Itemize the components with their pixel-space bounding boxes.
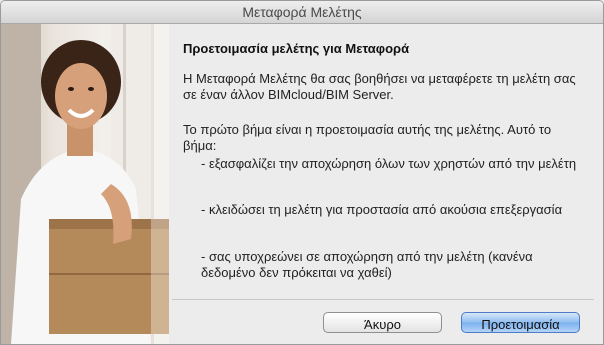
step-paragraph: Το πρώτο βήμα είναι η προετοιμασία αυτής… — [183, 122, 552, 153]
dialog-content: Προετοιμασία μελέτης για Μεταφορά Η Μετα… — [183, 24, 593, 280]
intro-paragraph: Η Μεταφορά Μελέτης θα σας βοηθήσει να με… — [183, 71, 576, 102]
transfer-dialog: Μεταφορά Μελέτης Προετοιμασία μελέτης γι… — [0, 0, 604, 345]
cancel-button[interactable]: Άκυρο — [323, 312, 442, 333]
window-title: Μεταφορά Μελέτης — [242, 4, 362, 20]
title-bar[interactable]: Μεταφορά Μελέτης — [1, 1, 603, 24]
bullet-item: - εξασφαλίζει την αποχώρηση όλων των χρη… — [201, 156, 577, 171]
side-illustration — [1, 24, 169, 344]
footer-separator — [172, 299, 594, 300]
bullet-item: - κλειδώσει τη μελέτη για προστασία από … — [201, 202, 563, 217]
dialog-heading: Προετοιμασία μελέτης για Μεταφορά — [183, 41, 410, 56]
bullet-item: - σας υποχρεώνει σε αποχώρηση από την με… — [201, 249, 533, 280]
prepare-button[interactable]: Προετοιμασία — [461, 312, 580, 333]
